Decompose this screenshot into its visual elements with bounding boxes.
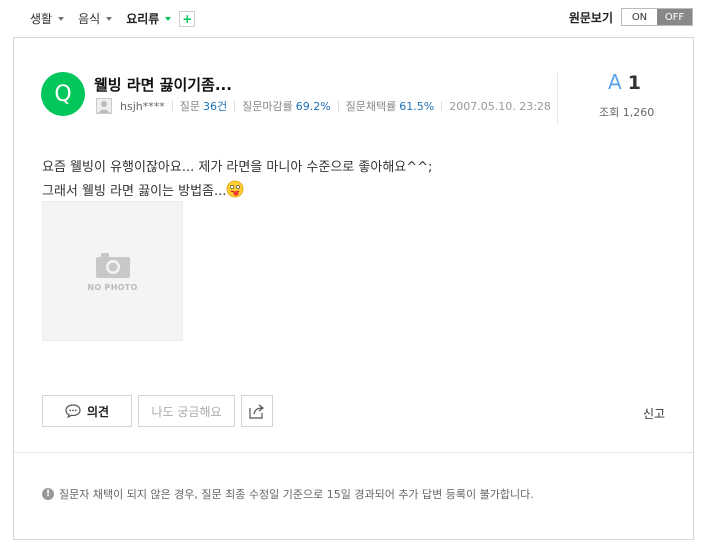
- answer-deadline-notice: ! 질문자 채택이 되지 않은 경우, 질문 최종 수정일 기준으로 15일 경…: [42, 486, 534, 502]
- breadcrumb-item-life[interactable]: 생활: [30, 10, 65, 27]
- answer-count-value: 1: [627, 72, 641, 94]
- meta-divider: [337, 101, 339, 111]
- views-value: 1,260: [622, 106, 655, 119]
- question-date: 2007.05.10. 23:28: [449, 99, 551, 113]
- original-view-toggle[interactable]: ON OFF: [621, 8, 693, 26]
- breadcrumb: 생활 음식 요리류 +: [30, 10, 196, 27]
- breadcrumb-label: 요리류: [126, 12, 160, 26]
- original-view-label: 원문보기: [568, 10, 613, 25]
- chevron-down-icon: [58, 16, 65, 21]
- breadcrumb-item-food[interactable]: 음식: [78, 10, 113, 27]
- breadcrumb-item-cooking[interactable]: 요리류: [126, 10, 172, 27]
- original-view-toggle-group: 원문보기 ON OFF: [569, 8, 693, 26]
- no-photo-placeholder: NO PHOTO: [42, 201, 183, 341]
- share-button[interactable]: [241, 395, 273, 427]
- adopt-rate-value: 61.5%: [399, 99, 435, 113]
- answer-count: A 1: [608, 70, 641, 94]
- chevron-down-icon: [165, 16, 172, 21]
- question-card: Q 웰빙 라면 끓이기좀... hsjh**** 질문 36건 질문마감률 69…: [13, 37, 694, 540]
- stats-divider: [557, 72, 558, 124]
- toggle-off-option[interactable]: OFF: [657, 9, 692, 25]
- author-name[interactable]: hsjh****: [120, 100, 165, 113]
- info-icon: !: [42, 488, 54, 500]
- top-bar: 생활 음식 요리류 + 원문보기 ON OFF: [0, 0, 707, 36]
- card-divider: [14, 452, 693, 453]
- meta-divider: [171, 101, 173, 111]
- question-badge-letter: Q: [54, 81, 72, 107]
- opinion-button[interactable]: 의견: [42, 395, 132, 427]
- close-rate-label: 질문마감률: [242, 100, 293, 113]
- meta-divider: [441, 101, 443, 111]
- breadcrumb-label: 음식: [78, 12, 101, 26]
- question-count-value: 36건: [202, 100, 228, 113]
- share-icon: [249, 404, 264, 419]
- breadcrumb-label: 생활: [30, 12, 53, 26]
- me-too-curious-button[interactable]: 나도 궁금해요: [138, 395, 235, 427]
- chevron-down-icon: [106, 16, 113, 21]
- tongue-emoticon-icon: [226, 180, 244, 198]
- question-body: 요즘 웰빙이 유행이잖아요... 제가 라면을 마니아 수준으로 좋아해요^^;…: [42, 156, 432, 204]
- meta-divider: [234, 101, 236, 111]
- user-avatar-icon[interactable]: [96, 98, 112, 114]
- question-body-line: 요즘 웰빙이 유행이잖아요... 제가 라면을 마니아 수준으로 좋아해요^^;: [42, 160, 433, 175]
- opinion-label: 의견: [86, 404, 110, 419]
- question-body-line: 그래서 웰빙 라면 끓이는 방법좀...: [42, 184, 227, 199]
- answer-prefix: A: [608, 70, 622, 94]
- curious-label: 나도 궁금해요: [151, 404, 222, 419]
- notice-text: 질문자 채택이 되지 않은 경우, 질문 최종 수정일 기준으로 15일 경과되…: [59, 488, 534, 501]
- add-category-button[interactable]: +: [179, 10, 196, 27]
- camera-icon: [95, 252, 130, 278]
- question-badge-icon: Q: [41, 72, 85, 116]
- view-count: 조회 1,260: [599, 104, 654, 120]
- no-photo-label: NO PHOTO: [87, 282, 138, 292]
- speech-bubble-icon: [65, 404, 81, 418]
- close-rate-value: 69.2%: [295, 99, 331, 113]
- adopt-rate-label: 질문채택률: [345, 100, 397, 113]
- question-title: 웰빙 라면 끓이기좀...: [94, 76, 232, 94]
- question-meta: hsjh**** 질문 36건 질문마감률 69.2% 질문채택률 61.5% …: [96, 98, 551, 114]
- question-count-label: 질문: [179, 100, 200, 113]
- report-link[interactable]: 신고: [643, 405, 665, 422]
- views-label: 조회: [599, 106, 620, 119]
- plus-icon: +: [182, 11, 193, 26]
- toggle-on-option[interactable]: ON: [622, 9, 657, 25]
